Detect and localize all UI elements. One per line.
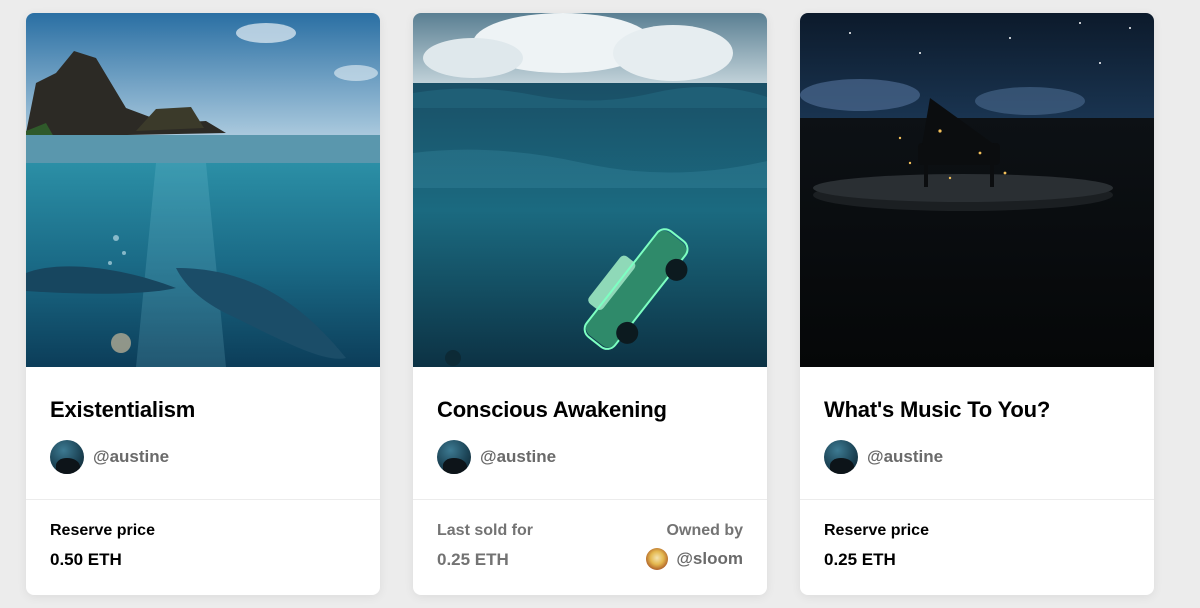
- artwork-title[interactable]: Existentialism: [50, 397, 195, 423]
- owner-avatar: [646, 548, 669, 570]
- owned-by-label: Owned by: [666, 522, 743, 539]
- creator-avatar: [50, 440, 84, 474]
- creator-link[interactable]: @austine: [50, 440, 169, 474]
- card-info: Existentialism @austine: [26, 367, 380, 500]
- creator-link[interactable]: @austine: [824, 440, 943, 474]
- nft-card[interactable]: What's Music To You? @austine Reserve pr…: [800, 13, 1154, 595]
- creator-avatar: [437, 440, 471, 474]
- card-footer: Reserve price 0.25 ETH: [800, 500, 1154, 595]
- reserve-price-value: 0.50 ETH: [50, 550, 122, 569]
- artwork-title[interactable]: What's Music To You?: [824, 397, 1050, 423]
- reserve-price-value: 0.25 ETH: [824, 550, 896, 569]
- owner-link[interactable]: @sloom: [646, 548, 743, 570]
- artwork-image[interactable]: [800, 13, 1154, 367]
- reserve-price-label: Reserve price: [824, 522, 929, 539]
- card-info: Conscious Awakening @austine: [413, 367, 767, 500]
- artwork-title[interactable]: Conscious Awakening: [437, 397, 667, 423]
- artwork-image[interactable]: [413, 13, 767, 367]
- card-info: What's Music To You? @austine: [800, 367, 1154, 500]
- last-sold-label: Last sold for: [437, 522, 534, 539]
- nft-card[interactable]: Conscious Awakening @austine Last sold f…: [413, 13, 767, 595]
- creator-handle: @austine: [480, 447, 557, 466]
- last-sold-value: 0.25 ETH: [437, 550, 509, 569]
- artwork-image[interactable]: [26, 13, 380, 367]
- owner-handle: @sloom: [676, 549, 743, 568]
- nft-card[interactable]: Existentialism @austine Reserve price 0.…: [26, 13, 380, 595]
- creator-link[interactable]: @austine: [437, 440, 556, 474]
- card-footer: Reserve price 0.50 ETH: [26, 500, 380, 595]
- reserve-price-label: Reserve price: [50, 522, 155, 539]
- creator-avatar: [824, 440, 858, 474]
- creator-handle: @austine: [93, 447, 170, 466]
- nft-card-grid: Existentialism @austine Reserve price 0.…: [0, 0, 1200, 608]
- creator-handle: @austine: [867, 447, 944, 466]
- card-footer: Last sold for 0.25 ETH Owned by @sloom: [413, 500, 767, 595]
